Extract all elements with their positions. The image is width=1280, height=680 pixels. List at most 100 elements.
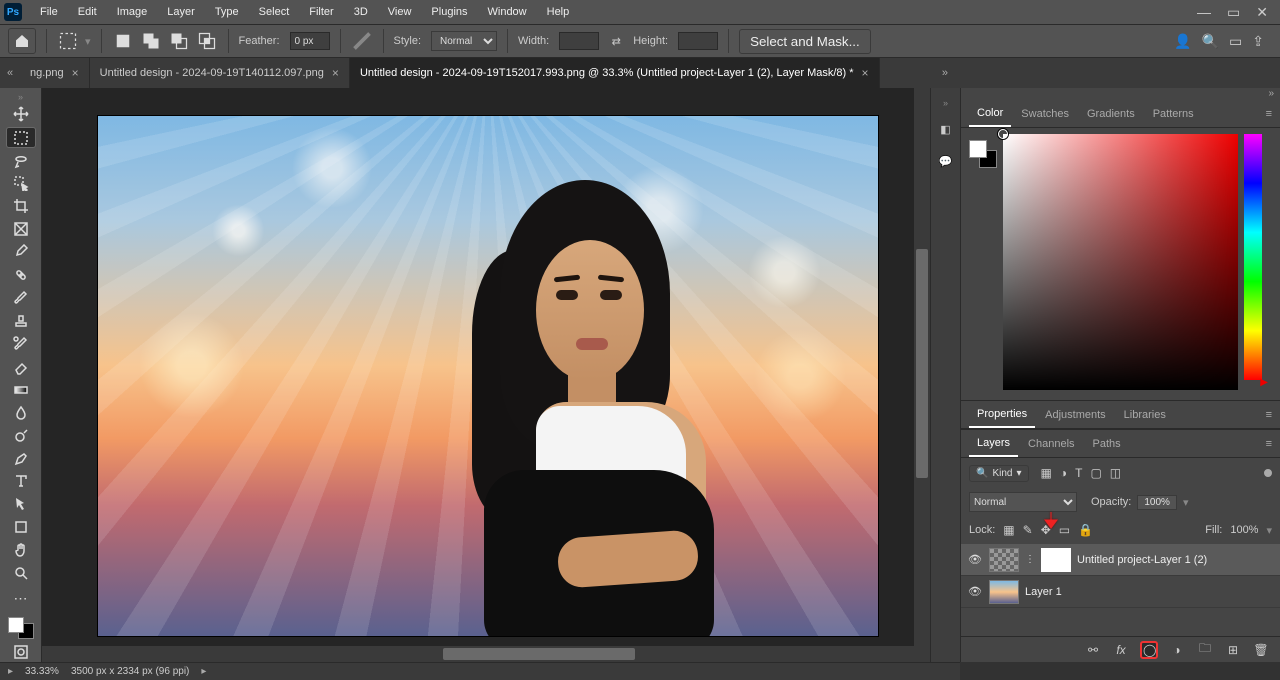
document-tab-active[interactable]: Untitled design - 2024-09-19T152017.993.… (350, 58, 880, 88)
menu-3d[interactable]: 3D (344, 2, 378, 22)
menu-image[interactable]: Image (107, 2, 158, 22)
stamp-tool[interactable] (6, 311, 36, 332)
horizontal-scrollbar[interactable] (42, 646, 914, 662)
hue-slider[interactable] (1244, 134, 1262, 380)
marquee-preset-icon[interactable] (57, 30, 79, 52)
history-panel-icon[interactable]: ◧ (935, 118, 957, 140)
status-menu-icon[interactable]: ▸ (201, 666, 206, 677)
document-tab-1[interactable]: ng.png × (20, 58, 90, 88)
quickmask-icon[interactable] (6, 641, 36, 662)
tab-swatches[interactable]: Swatches (1013, 102, 1077, 126)
move-tool[interactable] (6, 104, 36, 125)
group-icon[interactable]: 🗀 (1196, 639, 1214, 660)
menu-type[interactable]: Type (205, 2, 249, 22)
lock-pixels-icon[interactable]: ✎ (1023, 523, 1033, 537)
panel-collapse-icon[interactable]: » (961, 88, 1280, 100)
frame-tool[interactable] (6, 219, 36, 240)
layer-thumbnail[interactable] (989, 548, 1019, 572)
tab-properties[interactable]: Properties (969, 402, 1035, 428)
tab-gradients[interactable]: Gradients (1079, 102, 1143, 126)
tab-scroll-right-icon[interactable]: » (934, 67, 956, 79)
tab-paths[interactable]: Paths (1085, 432, 1129, 456)
layer-name[interactable]: Untitled project-Layer 1 (2) (1077, 554, 1207, 566)
fill-value[interactable]: 100% (1230, 524, 1258, 536)
menu-filter[interactable]: Filter (299, 2, 343, 22)
document-tab-2[interactable]: Untitled design - 2024-09-19T140112.097.… (90, 58, 350, 88)
adjustment-layer-icon[interactable]: ◑ (1168, 643, 1186, 657)
tab-close-icon[interactable]: × (72, 66, 79, 80)
color-fgbg-swatch[interactable] (969, 140, 997, 168)
menu-edit[interactable]: Edit (68, 2, 107, 22)
filter-shape-icon[interactable]: ▢ (1090, 466, 1101, 480)
feather-input[interactable] (290, 32, 330, 50)
comments-panel-icon[interactable]: 💬 (935, 150, 957, 172)
mask-link-icon[interactable]: ⋮ (1025, 554, 1035, 565)
layer-thumbnail[interactable] (989, 580, 1019, 604)
delete-layer-icon[interactable]: 🗑 (1252, 643, 1270, 657)
mask-thumbnail[interactable] (1041, 548, 1071, 572)
lock-all-icon[interactable]: 🔒 (1078, 523, 1093, 537)
strip-expand-icon[interactable]: » (943, 98, 948, 108)
layer-kind-dropdown[interactable]: 🔍 Kind ▾ (969, 465, 1029, 482)
edit-toolbar-icon[interactable]: ⋯ (6, 588, 36, 609)
object-select-tool[interactable] (6, 173, 36, 194)
blur-tool[interactable] (6, 402, 36, 423)
lock-transparent-icon[interactable]: ▦ (1003, 523, 1014, 537)
status-expand-icon[interactable]: ▸ (8, 666, 13, 677)
dodge-tool[interactable] (6, 425, 36, 446)
add-selection-icon[interactable] (140, 30, 162, 52)
intersect-selection-icon[interactable] (196, 30, 218, 52)
filter-pixel-icon[interactable]: ▦ (1041, 466, 1052, 480)
menu-layer[interactable]: Layer (157, 2, 205, 22)
minimize-icon[interactable]: — (1197, 4, 1211, 20)
history-brush-tool[interactable] (6, 333, 36, 354)
vertical-scrollbar[interactable] (914, 88, 930, 662)
foreground-color[interactable] (8, 617, 24, 633)
add-mask-icon[interactable]: ◯ (1140, 641, 1158, 659)
subtract-selection-icon[interactable] (168, 30, 190, 52)
panel-menu-icon[interactable]: ≡ (1266, 438, 1272, 450)
menu-help[interactable]: Help (537, 2, 580, 22)
chevron-down-icon[interactable]: ▾ (1266, 524, 1272, 537)
lasso-tool[interactable] (6, 150, 36, 171)
marquee-tool[interactable] (6, 127, 36, 148)
new-layer-icon[interactable]: ⊞ (1224, 643, 1242, 657)
panel-menu-icon[interactable]: ≡ (1266, 409, 1272, 421)
search-icon[interactable]: 🔍 (1202, 33, 1219, 50)
new-selection-icon[interactable] (112, 30, 134, 52)
tab-patterns[interactable]: Patterns (1145, 102, 1202, 126)
antialias-icon[interactable] (351, 30, 373, 52)
menu-plugins[interactable]: Plugins (421, 2, 477, 22)
layer-item[interactable]: 👁 Layer 1 (961, 576, 1280, 608)
tab-close-icon[interactable]: × (332, 66, 339, 80)
style-select[interactable]: Normal (431, 31, 497, 51)
blend-mode-select[interactable]: Normal (969, 492, 1077, 512)
opacity-value[interactable]: 100% (1137, 495, 1177, 510)
filter-toggle[interactable] (1264, 469, 1272, 477)
cloud-user-icon[interactable]: 👤 (1174, 33, 1191, 50)
hand-tool[interactable] (6, 540, 36, 561)
document-canvas[interactable] (98, 116, 878, 636)
menu-view[interactable]: View (378, 2, 422, 22)
tab-color[interactable]: Color (969, 101, 1011, 127)
zoom-level[interactable]: 33.33% (25, 666, 59, 677)
tab-scroll-left-icon[interactable]: « (0, 67, 20, 79)
layer-name[interactable]: Layer 1 (1025, 586, 1062, 598)
visibility-icon[interactable]: 👁 (967, 585, 983, 598)
menu-window[interactable]: Window (478, 2, 537, 22)
filter-type-icon[interactable]: T (1075, 466, 1082, 480)
path-select-tool[interactable] (6, 494, 36, 515)
toolbox-expand-icon[interactable]: » (18, 92, 23, 102)
crop-tool[interactable] (6, 196, 36, 217)
tab-adjustments[interactable]: Adjustments (1037, 403, 1114, 427)
panel-menu-icon[interactable]: ≡ (1266, 108, 1272, 120)
layer-item[interactable]: 👁 ⋮ Untitled project-Layer 1 (2) (961, 544, 1280, 576)
pen-tool[interactable] (6, 448, 36, 469)
layer-fx-icon[interactable]: fx (1112, 643, 1130, 657)
tab-layers[interactable]: Layers (969, 431, 1018, 457)
chevron-down-icon[interactable]: ▾ (85, 35, 91, 48)
zoom-tool[interactable] (6, 563, 36, 584)
filter-smart-icon[interactable]: ◫ (1110, 466, 1121, 480)
healing-tool[interactable] (6, 265, 36, 286)
eraser-tool[interactable] (6, 356, 36, 377)
